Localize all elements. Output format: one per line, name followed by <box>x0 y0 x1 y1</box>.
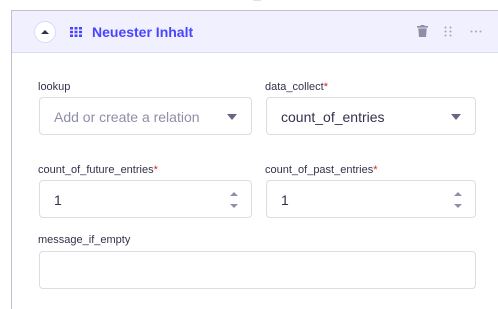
required-mark: * <box>153 164 158 176</box>
grid-icon <box>70 27 82 37</box>
chevron-up-icon <box>41 30 49 34</box>
future-entries-value: 1 <box>54 192 62 208</box>
lookup-label-text: lookup <box>38 81 71 93</box>
past-entries-label: count_of_past_entries* <box>265 164 378 177</box>
message-if-empty-input[interactable] <box>39 251 476 289</box>
caret-down-icon <box>227 114 237 120</box>
component-header[interactable]: Neuester Inhalt <box>12 11 498 53</box>
component-card: Neuester Inhalt lookup Add or create a r… <box>11 10 498 309</box>
top-divider-tick <box>253 0 261 3</box>
future-entries-label: count_of_future_entries* <box>38 164 158 177</box>
drag-handle-icon[interactable] <box>444 26 452 37</box>
collapse-button[interactable] <box>34 21 56 43</box>
past-entries-value: 1 <box>281 192 289 208</box>
caret-down-icon <box>451 114 461 120</box>
lookup-label: lookup <box>38 81 70 94</box>
future-entries-label-text: count_of_future_entries <box>38 164 154 176</box>
lookup-placeholder: Add or create a relation <box>54 109 200 125</box>
stepper-arrows-icon[interactable] <box>229 189 239 211</box>
trash-icon[interactable] <box>417 25 428 37</box>
past-entries-input[interactable]: 1 <box>266 180 476 218</box>
message-if-empty-label: message_if_empty <box>38 234 130 247</box>
future-entries-input[interactable]: 1 <box>39 180 252 218</box>
more-icon[interactable] <box>470 30 482 33</box>
component-title: Neuester Inhalt <box>92 24 194 40</box>
data-collect-label: data_collect* <box>265 81 328 94</box>
message-if-empty-label-text: message_if_empty <box>38 234 131 246</box>
data-collect-label-text: data_collect <box>265 81 324 93</box>
required-mark: * <box>323 81 328 93</box>
past-entries-label-text: count_of_past_entries <box>265 164 374 176</box>
data-collect-select[interactable]: count_of_entries <box>266 97 476 135</box>
required-mark: * <box>373 164 378 176</box>
lookup-select[interactable]: Add or create a relation <box>39 97 252 135</box>
data-collect-value: count_of_entries <box>281 109 385 125</box>
stepper-arrows-icon[interactable] <box>453 189 463 211</box>
